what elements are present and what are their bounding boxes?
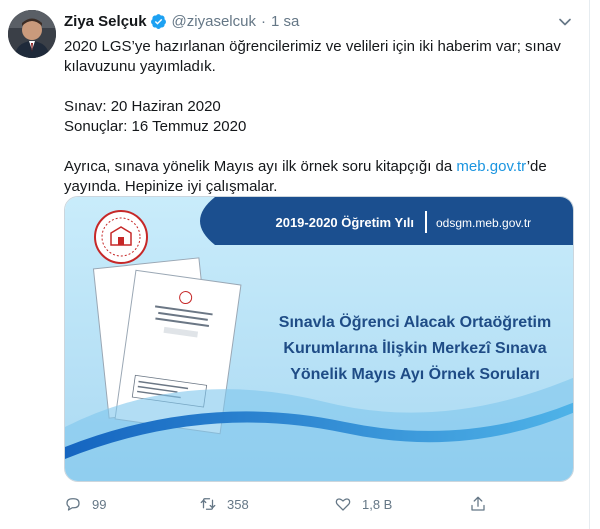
author-handle[interactable]: @ziyaselcuk xyxy=(172,13,256,30)
tweet-media-image[interactable]: 2019-2020 Öğretim Yılı odsgm.meb.gov.tr xyxy=(64,196,574,482)
verified-badge-icon xyxy=(150,13,167,30)
heart-icon xyxy=(335,498,351,511)
banner-divider xyxy=(425,211,427,233)
retweet-count: 358 xyxy=(227,496,249,512)
chevron-down-icon[interactable] xyxy=(555,12,575,32)
headline-line-2: Kurumlarına İlişkin Merkezî Sınava xyxy=(283,339,546,357)
tweet-actions: 99 358 1,8 B xyxy=(64,494,524,514)
meb-link[interactable]: meb.gov.tr xyxy=(456,158,526,175)
headline-line-1: Sınavla Öğrenci Alacak Ortaöğretim xyxy=(279,312,551,331)
reply-button[interactable]: 99 xyxy=(64,495,199,513)
tweet-text: 2020 LGS’ye hazırlanan öğrencilerimiz ve… xyxy=(64,37,564,197)
tweet-card[interactable]: Ziya Selçuk @ziyaselcuk · 1 sa 2020 LGS’… xyxy=(0,0,590,529)
author-name[interactable]: Ziya Selçuk xyxy=(64,13,147,30)
results-date-line: Sonuçlar: 16 Temmuz 2020 xyxy=(64,118,247,135)
retweet-icon xyxy=(200,498,216,510)
tweet-text-segment: Ayrıca, sınava yönelik Mayıs ayı ilk örn… xyxy=(64,158,457,175)
share-icon xyxy=(471,496,485,511)
avatar[interactable] xyxy=(8,10,56,58)
tweet-paragraph: Ayrıca, sınava yönelik Mayıs ayı ilk örn… xyxy=(64,157,564,197)
like-button[interactable]: 1,8 B xyxy=(334,495,469,513)
reply-count: 99 xyxy=(92,496,107,512)
exam-date-line: Sınav: 20 Haziran 2020 xyxy=(64,98,221,115)
timestamp[interactable]: 1 sa xyxy=(271,13,299,30)
like-count: 1,8 B xyxy=(362,496,393,512)
reply-icon xyxy=(66,498,80,511)
tweet-paragraph: 2020 LGS’ye hazırlanan öğrencilerimiz ve… xyxy=(64,38,561,75)
headline-line-3: Yönelik Mayıs Ayı Örnek Soruları xyxy=(290,364,540,383)
banner-year: 2019-2020 Öğretim Yılı xyxy=(275,215,414,230)
retweet-button[interactable]: 358 xyxy=(199,495,334,513)
share-button[interactable] xyxy=(469,495,497,513)
tweet-header: Ziya Selçuk @ziyaselcuk · 1 sa xyxy=(64,11,299,31)
banner-site: odsgm.meb.gov.tr xyxy=(436,216,531,230)
meb-logo-icon xyxy=(94,210,148,264)
separator-dot: · xyxy=(260,12,266,30)
